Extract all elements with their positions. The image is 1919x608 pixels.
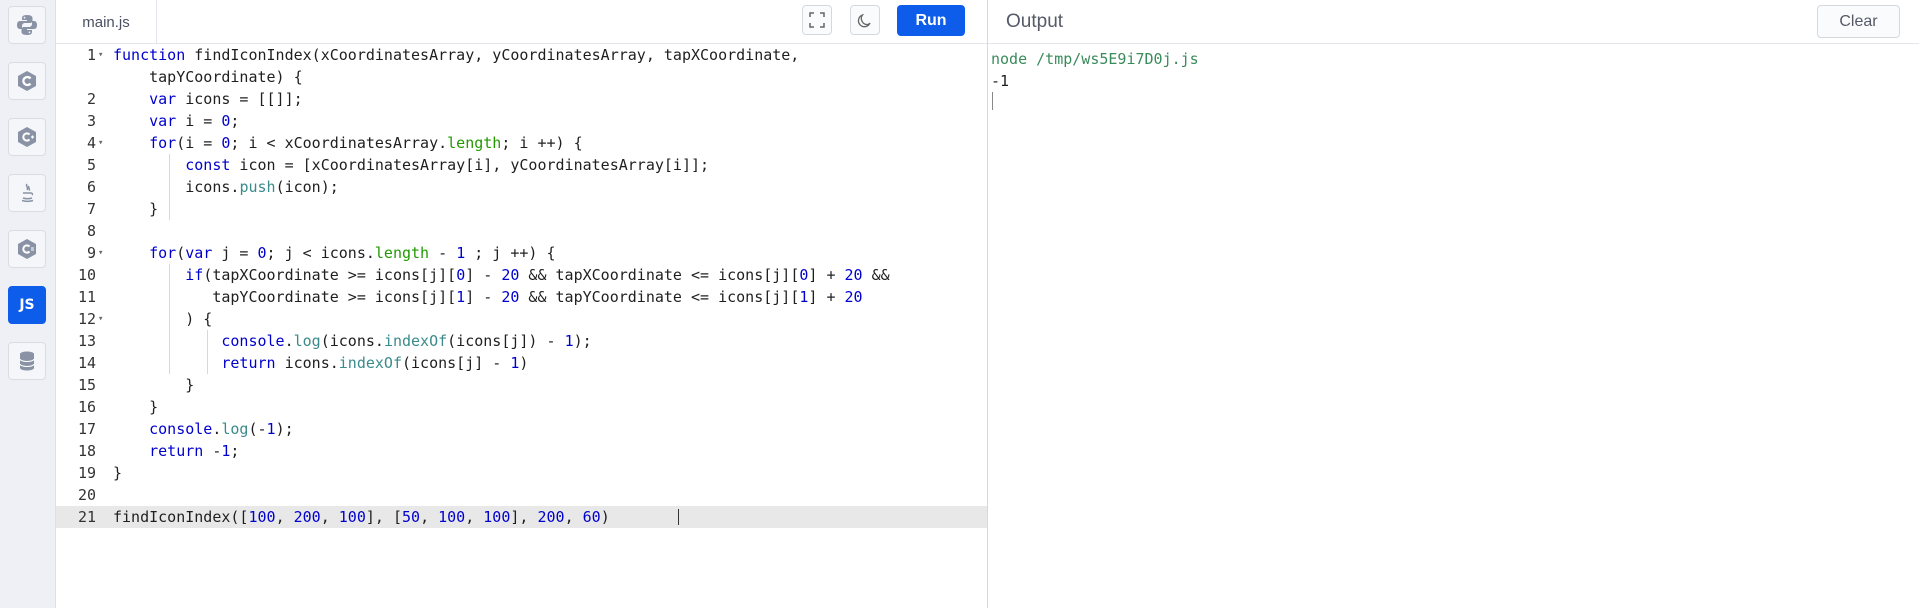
line-number: 19: [77, 464, 96, 482]
fold-arrow-icon[interactable]: ▾: [98, 308, 103, 330]
line-number: 9: [86, 244, 96, 262]
line-number: 20: [77, 486, 96, 504]
fullscreen-button[interactable]: [802, 5, 832, 35]
code-line-text: ) {: [113, 310, 213, 328]
line-number: 3: [86, 112, 96, 130]
code-line[interactable]: 8: [56, 220, 987, 242]
line-number: 17: [77, 420, 96, 438]
code-line[interactable]: 15 }: [56, 374, 987, 396]
line-number: 5: [86, 156, 96, 174]
code-line-text: tapYCoordinate) {: [113, 68, 303, 86]
line-number: 14: [77, 354, 96, 372]
line-number: 2: [86, 90, 96, 108]
code-line[interactable]: 20: [56, 484, 987, 506]
output-console[interactable]: node /tmp/ws5E9i7D0j.js -1: [988, 44, 1919, 608]
line-number: 4: [86, 134, 96, 152]
code-line-text: }: [113, 398, 159, 416]
code-line-text: for(var j = 0; j < icons.length - 1 ; j …: [149, 244, 556, 262]
code-line-text: function findIconIndex(xCoordinatesArray…: [113, 46, 800, 64]
theme-toggle-button[interactable]: [850, 5, 880, 35]
code-line[interactable]: 5 const icon = [xCoordinatesArray[i], yC…: [56, 154, 987, 176]
output-title: Output: [1006, 11, 1064, 32]
code-line[interactable]: 1 ▾ function findIconIndex(xCoordinatesArr…: [56, 44, 987, 66]
fold-arrow-icon[interactable]: ▾: [98, 44, 103, 66]
code-line[interactable]: 16 }: [56, 396, 987, 418]
code-line[interactable]: 2 var icons = [[]];: [56, 88, 987, 110]
output-command: node /tmp/ws5E9i7D0j.js: [991, 50, 1199, 68]
python-language-button[interactable]: [8, 6, 46, 44]
file-tab-main-js[interactable]: main.js: [56, 0, 157, 44]
csharp-language-button[interactable]: [8, 230, 46, 268]
code-line-text: return -1;: [149, 442, 240, 460]
cpp-icon: [18, 127, 36, 147]
line-number: 11: [77, 288, 96, 306]
code-line-text: icons.push(icon);: [113, 178, 339, 196]
js-icon: JS: [19, 297, 35, 313]
code-line[interactable]: 18 return -1;: [56, 440, 987, 462]
code-line-text: }: [113, 376, 195, 394]
database-icon: [19, 351, 35, 371]
active-code-line[interactable]: 21 findIconIndex([100, 200, 100], [50, 10…: [56, 506, 987, 528]
output-toolbar: Output Clear: [988, 0, 1919, 44]
text-caret: [678, 509, 679, 525]
code-line[interactable]: 11 tapYCoordinate >= icons[j][1] - 20 &&…: [56, 286, 987, 308]
code-line[interactable]: 14 return icons.indexOf(icons[j] - 1): [56, 352, 987, 374]
output-result: -1: [991, 72, 1010, 90]
code-line[interactable]: 4 ▾ for(i = 0; i < xCoordinatesArray.leng…: [56, 132, 987, 154]
code-line[interactable]: 3 var i = 0;: [56, 110, 987, 132]
code-line-text: console.log(icons.indexOf(icons[j]) - 1)…: [221, 332, 592, 350]
fold-arrow-icon[interactable]: ▾: [98, 242, 103, 264]
code-line-text: for(i = 0; i < xCoordinatesArray.length;…: [149, 134, 583, 152]
csharp-icon: [18, 239, 36, 259]
javascript-language-button[interactable]: JS: [8, 286, 46, 324]
sql-language-button[interactable]: [8, 342, 46, 380]
line-number: 16: [77, 398, 96, 416]
fold-arrow-icon[interactable]: ▾: [98, 132, 103, 154]
code-line[interactable]: 7 }: [56, 198, 987, 220]
line-number: 15: [77, 376, 96, 394]
code-line[interactable]: 12 ▾ ) {: [56, 308, 987, 330]
cpp-language-button[interactable]: [8, 118, 46, 156]
line-number: 10: [77, 266, 96, 284]
code-editor[interactable]: 1 ▾ function findIconIndex(xCoordinatesArr…: [56, 44, 987, 608]
code-line-text: findIconIndex([100, 200, 100], [50, 100,…: [113, 508, 610, 526]
code-line-text: if(tapXCoordinate >= icons[j][0] - 20 &&…: [185, 266, 890, 284]
line-number: 7: [86, 200, 96, 218]
c-icon: [18, 71, 36, 91]
code-line[interactable]: 9 ▾ for(var j = 0; j < icons.length - 1 ;…: [56, 242, 987, 264]
code-line[interactable]: 19}: [56, 462, 987, 484]
line-number: 18: [77, 442, 96, 460]
code-line-text: return icons.indexOf(icons[j] - 1): [221, 354, 529, 372]
line-number: 21: [77, 508, 96, 526]
clear-button[interactable]: Clear: [1817, 5, 1900, 38]
code-line-text: var i = 0;: [149, 112, 240, 130]
line-number: 13: [77, 332, 96, 350]
code-line[interactable]: 6 icons.push(icon);: [56, 176, 987, 198]
line-number: 12: [77, 310, 96, 328]
c-language-button[interactable]: [8, 62, 46, 100]
language-sidebar: JS: [0, 0, 56, 608]
output-cursor: [992, 92, 993, 110]
code-line-text: console.log(-1);: [149, 420, 294, 438]
code-line-text: }: [113, 464, 123, 482]
run-button[interactable]: Run: [897, 5, 965, 36]
code-line-text: tapYCoordinate >= icons[j][1] - 20 && ta…: [113, 288, 863, 306]
java-icon: [21, 183, 34, 203]
moon-icon: [857, 13, 871, 28]
line-number: 1: [86, 46, 96, 64]
fullscreen-icon: [809, 12, 825, 28]
line-number: 6: [86, 178, 96, 196]
code-line[interactable]: 10 if(tapXCoordinate >= icons[j][0] - 20…: [56, 264, 987, 286]
python-icon: [17, 15, 37, 35]
editor-toolbar: main.js Run: [56, 0, 987, 44]
code-line-text: const icon = [xCoordinatesArray[i], yCoo…: [185, 156, 710, 174]
code-line[interactable]: 13 console.log(icons.indexOf(icons[j]) -…: [56, 330, 987, 352]
java-language-button[interactable]: [8, 174, 46, 212]
code-line[interactable]: tapYCoordinate) {: [56, 66, 987, 88]
code-line[interactable]: 17 console.log(-1);: [56, 418, 987, 440]
code-line-text: var icons = [[]];: [149, 90, 303, 108]
code-line-text: }: [113, 200, 159, 218]
line-number: 8: [86, 222, 96, 240]
